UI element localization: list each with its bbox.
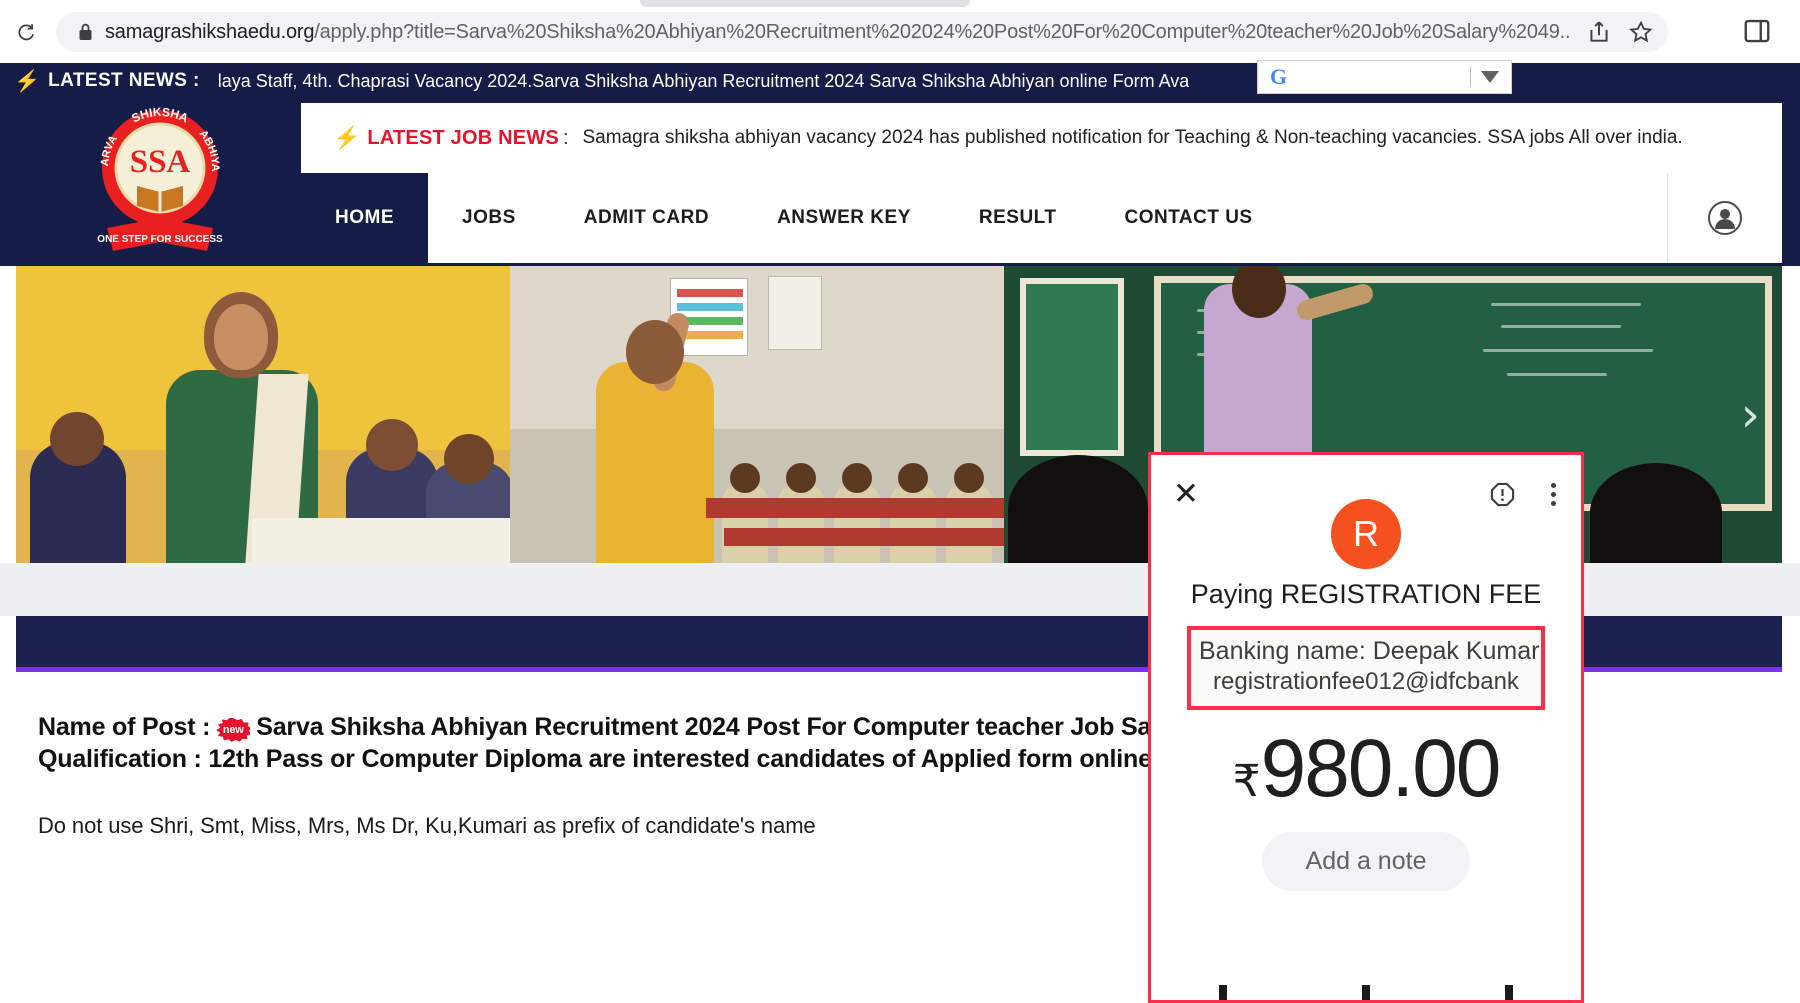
keypad-key[interactable] (1361, 985, 1370, 1000)
reload-icon (17, 23, 34, 40)
slide2-student (778, 485, 824, 563)
chalk-line (1501, 325, 1621, 328)
rupee-symbol-icon: ₹ (1232, 755, 1261, 807)
reload-button[interactable] (8, 14, 44, 50)
url-path: /apply.php?title=Sarva%20Shiksha%20Abhiy… (314, 20, 1570, 43)
header-content: ⚡ LATEST JOB NEWS : Samagra shiksha abhi… (301, 103, 1782, 263)
address-bar[interactable]: samagrashikshaedu.org/apply.php?title=Sa… (56, 12, 1668, 52)
ssa-logo-icon: SSA SHIKSHA SARVA ABHIYAN ONE STEP FOR S… (85, 106, 223, 251)
search-box-controls (1470, 67, 1511, 87)
slide3-student (1590, 463, 1722, 563)
lightning-bolt-icon: ⚡ (14, 69, 41, 93)
star-icon[interactable] (1628, 19, 1654, 45)
url-host: samagrashikshaedu.org (105, 20, 315, 43)
nav-item-answer-key[interactable]: ANSWER KEY (743, 173, 945, 263)
browser-chrome: samagrashikshaedu.org/apply.php?title=Sa… (0, 0, 1800, 63)
chart-row (677, 289, 743, 297)
carousel-slide-2 (510, 266, 1004, 563)
account-button[interactable] (1667, 173, 1782, 263)
slide1-student-head (444, 434, 494, 484)
payment-keypad-strip[interactable] (1151, 978, 1581, 1000)
nav-item-contact-us[interactable]: CONTACT US (1090, 173, 1286, 263)
carousel-next-button[interactable]: › (1741, 391, 1760, 439)
slide3-window (1020, 278, 1124, 456)
slide2-student (834, 485, 880, 563)
ticker-label: LATEST NEWS : (48, 70, 200, 91)
more-vertical-icon[interactable] (1548, 480, 1559, 509)
slide2-bench (706, 498, 1004, 518)
google-search-box[interactable]: G (1257, 60, 1512, 94)
slide2-student-head (954, 463, 984, 493)
keypad-key[interactable] (1505, 985, 1514, 1000)
latest-news-ticker: ⚡ LATEST NEWS : laya Staff, 4th. Chapras… (0, 63, 1800, 99)
slide1-desk (252, 518, 510, 563)
slide2-student-head (786, 463, 816, 493)
chart-row (677, 303, 743, 311)
carousel-slide-1 (16, 266, 510, 563)
slide2-wall (510, 266, 1004, 430)
job-news-label: LATEST JOB NEWS (367, 126, 559, 149)
slide2-student (722, 485, 768, 563)
slide2-teacher-body (596, 362, 714, 563)
slide2-student (946, 485, 992, 563)
payment-amount-row: ₹ 980.00 (1151, 722, 1581, 814)
nav-item-home[interactable]: HOME (301, 173, 428, 263)
nav-item-admit-card[interactable]: ADMIT CARD (550, 173, 743, 263)
google-logo-icon: G (1270, 64, 1288, 89)
job-news-text: Samagra shiksha abhiyan vacancy 2024 has… (582, 127, 1683, 148)
slide2-student-head (898, 463, 928, 493)
user-account-icon (1708, 201, 1742, 235)
payment-dialog-topbar: ✕ R (1151, 455, 1581, 569)
payment-title: Paying REGISTRATION FEE (1190, 579, 1542, 609)
slide2-teacher-head (626, 320, 684, 384)
job-news-colon: : (562, 126, 569, 149)
divider (1470, 67, 1471, 87)
latest-job-news: ⚡ LATEST JOB NEWS : Samagra shiksha abhi… (301, 103, 1782, 173)
ticker-text: laya Staff, 4th. Chaprasi Vacancy 2024.S… (217, 70, 1190, 91)
close-icon[interactable]: ✕ (1173, 478, 1199, 510)
lightning-bolt-icon: ⚡ (333, 125, 361, 150)
payment-amount: 980.00 (1260, 722, 1502, 814)
tab-strip-stub (640, 0, 970, 7)
nav-item-jobs[interactable]: JOBS (428, 173, 550, 263)
slide2-bench (724, 528, 1004, 546)
banking-details-box: Banking name: Deepak Kumar registrationf… (1187, 626, 1545, 710)
slide2-student-head (730, 463, 760, 493)
chalk-line (1507, 373, 1607, 376)
share-icon[interactable] (1586, 19, 1612, 45)
slide3-student (1008, 455, 1148, 563)
keypad-key[interactable] (1218, 985, 1227, 1000)
chevron-down-icon[interactable] (1481, 71, 1499, 83)
payment-dialog: ✕ R Paying REGISTRATION FEE Banking name… (1148, 452, 1584, 1003)
post-title-label: Name of Post : (38, 713, 211, 741)
url-text: samagrashikshaedu.org/apply.php?title=Sa… (105, 21, 1570, 44)
side-panel-icon[interactable] (1742, 16, 1772, 46)
avatar: R (1331, 499, 1401, 569)
site-header: SSA SHIKSHA SARVA ABHIYAN ONE STEP FOR S… (0, 99, 1800, 266)
svg-text:ONE STEP FOR SUCCESS: ONE STEP FOR SUCCESS (97, 234, 223, 245)
report-warning-icon[interactable] (1489, 481, 1516, 508)
payment-topbar-actions (1489, 480, 1559, 509)
slide2-student (890, 485, 936, 563)
slide1-student-head (50, 412, 104, 466)
slide1-teacher-face (214, 304, 268, 370)
slide2-wall-poster (768, 276, 822, 350)
banking-vpa: registrationfee012@idfcbank (1213, 667, 1519, 695)
chalk-line (1483, 349, 1653, 352)
site-logo[interactable]: SSA SHIKSHA SARVA ABHIYAN ONE STEP FOR S… (18, 103, 301, 263)
lock-icon (79, 23, 92, 40)
nav-item-result[interactable]: RESULT (945, 173, 1091, 263)
post-title: Name of Post : new Sarva Shiksha Abhiyan R… (38, 711, 1338, 775)
add-a-note-button[interactable]: Add a note (1261, 831, 1471, 891)
chalk-line (1491, 303, 1641, 306)
slide1-student-head (366, 419, 418, 471)
svg-text:SSA: SSA (129, 144, 190, 180)
new-badge: new (216, 718, 251, 742)
banking-name: Banking name: Deepak Kumar (1199, 637, 1540, 665)
slide2-student-head (842, 463, 872, 493)
main-navigation: HOME JOBS ADMIT CARD ANSWER KEY RESULT C… (301, 173, 1782, 263)
